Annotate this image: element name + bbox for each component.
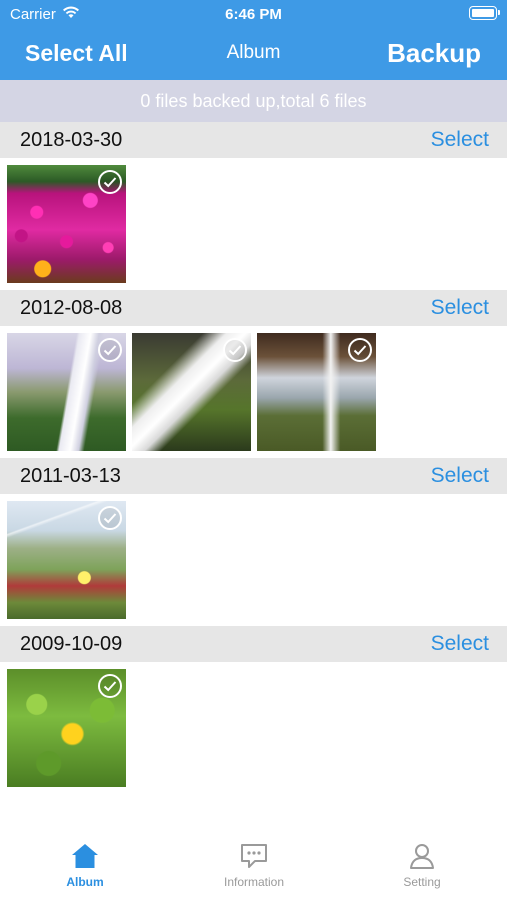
tab-setting[interactable]: Setting xyxy=(362,842,482,894)
thumbnail-row xyxy=(7,333,376,451)
thumbnail-row xyxy=(7,501,126,619)
tab-label: Information xyxy=(223,875,285,889)
section-date: 2009-10-09 xyxy=(20,633,123,655)
section-header: 2012-08-08 Select xyxy=(0,290,507,326)
battery-icon xyxy=(469,6,500,20)
tab-label: Setting xyxy=(403,875,441,889)
photo-thumbnail[interactable] xyxy=(7,165,126,283)
date-section: 2009-10-09 Select xyxy=(0,626,507,794)
person-icon xyxy=(362,842,482,870)
chat-bubble-icon xyxy=(194,842,314,870)
tab-bar: Album Information Setting xyxy=(0,832,507,900)
clock: 6:46 PM xyxy=(225,6,282,23)
date-section: 2018-03-30 Select xyxy=(0,122,507,290)
thumbnail-row xyxy=(7,669,126,787)
check-circle-icon[interactable] xyxy=(348,338,372,362)
date-section: 2011-03-13 Select xyxy=(0,458,507,626)
section-select-button[interactable]: Select xyxy=(431,128,489,152)
section-header: 2011-03-13 Select xyxy=(0,458,507,494)
check-circle-icon[interactable] xyxy=(98,170,122,194)
check-circle-icon[interactable] xyxy=(223,338,247,362)
section-select-button[interactable]: Select xyxy=(431,632,489,656)
home-icon xyxy=(25,842,145,870)
photo-thumbnail[interactable] xyxy=(7,669,126,787)
status-bar: Carrier 6:46 PM xyxy=(0,0,507,28)
check-circle-icon[interactable] xyxy=(98,338,122,362)
section-date: 2012-08-08 xyxy=(20,297,123,319)
section-date: 2018-03-30 xyxy=(20,129,123,151)
section-select-button[interactable]: Select xyxy=(431,464,489,488)
section-date: 2011-03-13 xyxy=(20,465,121,487)
photo-thumbnail[interactable] xyxy=(132,333,251,451)
photo-thumbnail[interactable] xyxy=(257,333,376,451)
backup-button[interactable]: Backup xyxy=(387,38,481,69)
tab-label: Album xyxy=(66,875,104,889)
check-circle-icon[interactable] xyxy=(98,506,122,530)
date-section: 2012-08-08 Select xyxy=(0,290,507,458)
section-select-button[interactable]: Select xyxy=(431,296,489,320)
navigation-bar: Select All Album Backup xyxy=(0,28,507,80)
photo-list: 2018-03-30 Select 2012-08-08 Select 2011… xyxy=(0,122,507,794)
backup-summary-text: 0 files backed up,total 6 files xyxy=(140,90,367,111)
check-circle-icon[interactable] xyxy=(98,674,122,698)
backup-summary-banner: 0 files backed up,total 6 files xyxy=(0,80,507,122)
photo-thumbnail[interactable] xyxy=(7,333,126,451)
tab-information[interactable]: Information xyxy=(194,842,314,894)
photo-thumbnail[interactable] xyxy=(7,501,126,619)
section-header: 2018-03-30 Select xyxy=(0,122,507,158)
section-header: 2009-10-09 Select xyxy=(0,626,507,662)
thumbnail-row xyxy=(7,165,126,283)
tab-album[interactable]: Album xyxy=(25,842,145,894)
